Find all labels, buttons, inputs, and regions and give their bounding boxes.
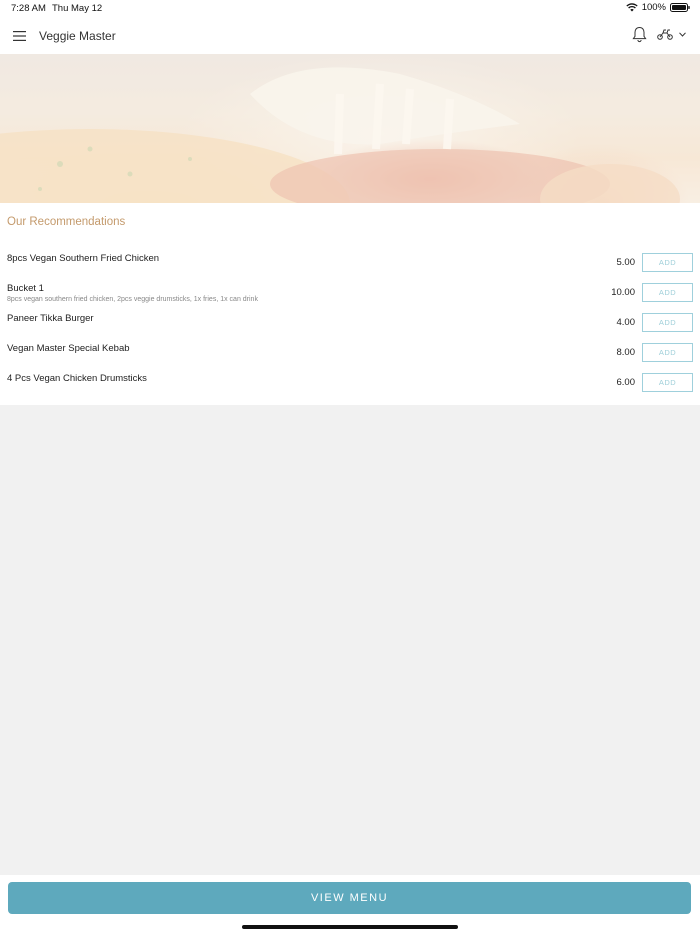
add-button[interactable]: ADD — [642, 253, 693, 272]
menu-item-name: Paneer Tikka Burger — [7, 313, 94, 324]
menu-item-name: 4 Pcs Vegan Chicken Drumsticks — [7, 373, 147, 384]
menu-item-row: Vegan Master Special Kebab 8.00 ADD — [0, 343, 700, 373]
delivery-mode-selector[interactable] — [657, 28, 686, 40]
bell-icon[interactable] — [632, 26, 647, 48]
menu-item-price: 4.00 — [616, 317, 636, 328]
wifi-icon — [626, 3, 638, 12]
recommendations-section: Our Recommendations 8pcs Vegan Southern … — [0, 203, 700, 405]
home-indicator — [242, 925, 458, 929]
menu-item-description: 8pcs vegan southern fried chicken, 2pcs … — [7, 296, 258, 303]
menu-icon[interactable] — [13, 29, 26, 41]
view-menu-button[interactable]: VIEW MENU — [8, 882, 691, 914]
status-right: 100% — [626, 2, 690, 13]
restaurant-title: Veggie Master — [39, 29, 116, 43]
menu-item-price: 5.00 — [616, 257, 636, 268]
hero-pizza-image — [0, 54, 700, 203]
menu-item-price: 10.00 — [611, 287, 635, 298]
chevron-down-icon — [679, 31, 686, 37]
menu-item-price: 8.00 — [616, 347, 636, 358]
menu-item-row: 8pcs Vegan Southern Fried Chicken 5.00 A… — [0, 253, 700, 283]
menu-item-name: Vegan Master Special Kebab — [7, 343, 130, 354]
app-header: Veggie Master — [0, 17, 700, 55]
add-button[interactable]: ADD — [642, 313, 693, 332]
section-title: Our Recommendations — [7, 216, 126, 228]
add-button[interactable]: ADD — [642, 343, 693, 362]
scooter-icon — [657, 29, 673, 40]
menu-item-row: 4 Pcs Vegan Chicken Drumsticks 6.00 ADD — [0, 373, 700, 403]
battery-icon — [670, 3, 690, 12]
add-button[interactable]: ADD — [642, 373, 693, 392]
menu-item-name: Bucket 1 — [7, 283, 44, 294]
menu-item-name: 8pcs Vegan Southern Fried Chicken — [7, 253, 160, 264]
menu-item-price: 6.00 — [616, 377, 636, 388]
menu-item-row: Bucket 1 8pcs vegan southern fried chick… — [0, 283, 700, 313]
footer-bar: VIEW MENU — [0, 875, 700, 934]
status-bar: 7:28 AM Thu May 12 100% — [0, 0, 700, 17]
battery-percent: 100% — [641, 2, 666, 13]
status-date: Thu May 12 — [52, 3, 103, 14]
menu-item-row: Paneer Tikka Burger 4.00 ADD — [0, 313, 700, 343]
status-time: 7:28 AM — [11, 3, 46, 14]
add-button[interactable]: ADD — [642, 283, 693, 302]
